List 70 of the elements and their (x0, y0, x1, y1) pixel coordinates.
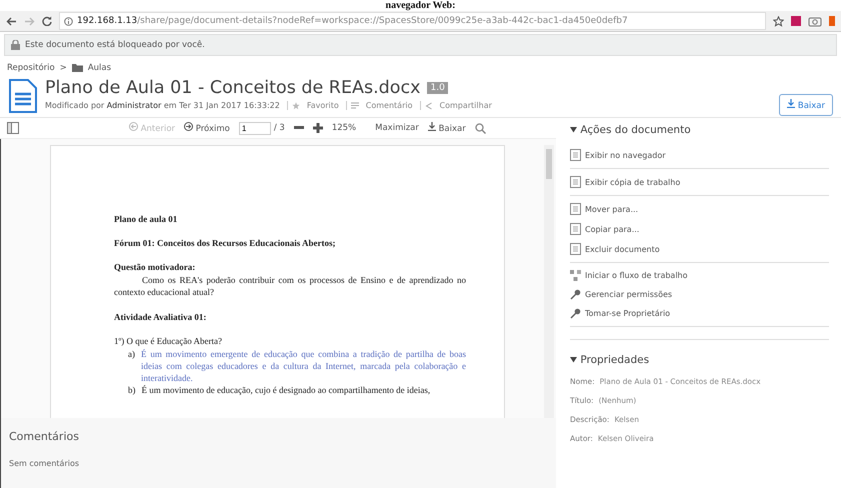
sidebar-toggle-icon[interactable] (7, 122, 19, 134)
viewer-download-button[interactable]: Baixar (428, 122, 466, 134)
actions-heading[interactable]: Ações do documento (570, 124, 829, 136)
favorite-link[interactable]: Favorito (306, 101, 339, 110)
action-link[interactable]: Exibir cópia de trabalho (585, 178, 680, 186)
caption: navegador Web: (386, 0, 456, 11)
camera-icon[interactable] (808, 15, 822, 27)
action-link[interactable]: Mover para... (585, 204, 638, 214)
left-arrow-icon (129, 122, 138, 131)
breadcrumb-separator: > (60, 63, 67, 73)
file-icon (570, 223, 581, 235)
document-icon (9, 79, 37, 113)
comment-link[interactable]: Comentário (366, 101, 412, 110)
action-link[interactable]: Gerenciar permissões (585, 290, 672, 299)
page-heading: Plano de aula 01 (114, 214, 178, 224)
comment-icon (350, 102, 359, 109)
star-icon (292, 102, 300, 110)
share-link[interactable]: Compartilhar (440, 101, 492, 110)
address-bar[interactable]: 192.168.1.13/share/page/document-details?nodeRef=workspace://SpacesStore/0099c25e-a3ab-442c-bac1-da450e0defb7 (59, 12, 766, 30)
action-link[interactable]: Excluir documento (585, 244, 660, 254)
back-icon[interactable] (6, 16, 17, 26)
version-badge: 1.0 (427, 82, 448, 94)
page-heading: Atividade Avaliativa 01: (114, 312, 208, 322)
page-heading: Fórum 01: Conceitos dos Recursos Educacionais Abertos; (114, 238, 336, 248)
bookmark-star-icon[interactable] (773, 16, 784, 26)
lock-icon (11, 40, 20, 50)
page-paragraph: Como os REA's poderão contribuir com os processos de Ensino e de aprendizado no contexto educacional atual? (114, 274, 466, 298)
item-marker: b) (128, 384, 136, 396)
share-icon (424, 102, 432, 110)
zoom-in-icon[interactable] (312, 123, 323, 133)
action-link[interactable]: Tomar-se Proprietário (585, 309, 670, 318)
caret-icon (570, 356, 577, 363)
info-icon (64, 16, 73, 26)
search-icon[interactable] (474, 122, 486, 134)
comments-heading: Comentários (9, 430, 80, 443)
item-marker: a) (128, 348, 135, 361)
right-arrow-icon (184, 122, 194, 131)
maximize-button[interactable]: Maximizar (375, 123, 419, 133)
page-total: / 3 (274, 123, 285, 133)
answer-option: É um movimento emergente de educação que combina a tradição de partilha de boas ideias com colegas educadores e da cultura da Internet, marcada pela colaboração e interatividade. (141, 348, 466, 384)
breadcrumb-link[interactable]: Aulas (88, 63, 112, 73)
answer-option: É um movimento de educação, cujo é designado ao compartilhamento de ideias, (142, 384, 430, 396)
file-icon (570, 243, 581, 255)
file-icon (570, 203, 581, 215)
no-comments-text: Sem comentários (9, 459, 80, 468)
workflow-icon (570, 270, 581, 281)
document-title: Plano de Aula 01 - Conceitos de REAs.docx (45, 78, 420, 98)
page-field[interactable]: 1 (238, 122, 271, 134)
zoom-level: 125% (332, 123, 356, 133)
breadcrumb-link[interactable]: Repositório (7, 63, 55, 73)
file-icon (570, 176, 581, 188)
download-icon (428, 122, 436, 131)
reload-icon[interactable] (42, 16, 52, 26)
download-icon (787, 99, 796, 108)
properties-heading[interactable]: Propriedades (570, 339, 829, 366)
action-link[interactable]: Iniciar o fluxo de trabalho (585, 271, 688, 280)
lock-notice: Este documento está bloqueado por você. (25, 40, 205, 50)
scrollbar[interactable] (544, 145, 554, 418)
caret-icon (570, 126, 577, 133)
download-button[interactable]: Baixar (779, 94, 833, 116)
zoom-out-icon[interactable] (294, 126, 304, 130)
modified-info: Modificado por Administrator em Ter 31 Jan 2017 16:33:22 (45, 101, 280, 110)
key-icon (570, 289, 581, 300)
page-question: 1º) O que é Educação Aberta? (114, 336, 223, 346)
page-heading: Questão motivadora: (114, 262, 196, 272)
folder-icon (72, 64, 83, 72)
action-link[interactable]: Copiar para... (585, 224, 640, 234)
key-icon (570, 308, 581, 319)
action-link[interactable]: Exibir no navegador (585, 150, 666, 160)
next-button[interactable]: Próximo (184, 122, 230, 134)
